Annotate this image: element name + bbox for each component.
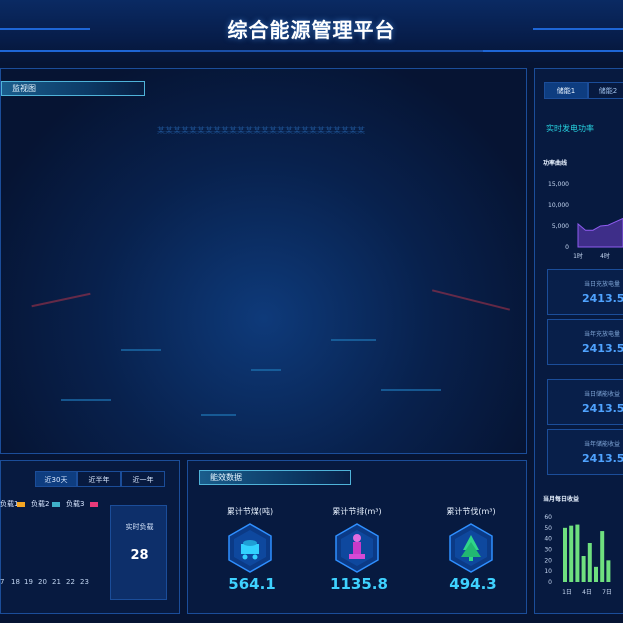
power-x-tick: 4时 [600,252,610,260]
stat-value: 2413.5 A [582,402,623,415]
stat-label: 当日充放电量 [584,281,621,288]
light-streak [61,399,111,401]
realtime-load-label: 实时负载 [125,523,154,531]
efficiency-panel-tag: 能效数据 [199,470,351,485]
legend-load-2-label: 负载2 [31,500,50,508]
monitor-panel: 监视图 某某某某某某某某某某某某某某某某某某某某某某某某某某 [0,68,527,454]
stat-card-daily-income: 当日储能收益 2413.5 A [547,379,623,425]
stat-value: 2413.5 A [582,292,623,305]
monthly-income-title: 当月每日收益 [543,496,580,503]
income-y-tick: 50 [544,525,552,532]
power-x-tick: 1时 [573,252,583,260]
income-y-tick: 20 [544,557,552,564]
light-streak [201,414,236,416]
saved-emission-label: 累计节排(m³) [332,507,382,516]
power-y-tick: 5,000 [552,223,569,230]
tree-icon [449,523,493,573]
legend-load-1-label: 负载1 [0,500,19,508]
stat-label: 当日储能收益 [584,391,621,398]
light-streak [31,292,91,308]
income-y-tick: 30 [544,547,552,554]
saved-coal-value: 564.1 [228,575,276,593]
monthly-income-chart: 60 50 40 30 20 10 0 1日 4日 7日 [544,514,612,596]
light-streak [331,339,376,341]
income-y-tick: 60 [544,514,552,521]
income-bar [587,543,592,582]
stat-card-yearly-charge: 当年充放电量 2413.5 A [547,319,623,365]
stat-card-daily-charge: 当日充放电量 2413.5 A [547,269,623,315]
income-bar [600,531,605,582]
load-x-tick: 7 [0,578,5,586]
legend-load-3-swatch [90,502,98,507]
stat-value: 2413.5 A [582,452,623,465]
power-y-tick: 15,000 [548,181,569,188]
income-x-tick: 1日 [562,589,572,596]
income-y-tick: 0 [548,579,552,586]
load-x-tick: 22 [66,578,75,586]
load-x-tick: 20 [38,578,47,586]
page-title: 综合能源管理平台 [227,18,396,42]
income-bar [575,524,580,582]
light-streak [381,389,441,391]
range-30-days-button[interactable]: 近30天 [35,471,77,487]
monitor-subtitle: 某某某某某某某某某某某某某某某某某某某某某某某某某某 [157,126,365,135]
legend-load-3-label: 负载3 [66,500,85,508]
income-y-tick: 10 [544,568,552,575]
stat-label: 当年储能收益 [584,441,621,448]
header-deco-center [140,50,483,52]
factory-emission-icon [335,523,379,573]
legend-load-2-swatch [52,502,60,507]
stat-value: 2413.5 A [582,342,623,355]
header-deco-right-lower [483,50,623,52]
income-y-tick: 40 [544,536,552,543]
power-y-tick: 0 [565,244,569,251]
income-bar [581,556,586,582]
light-streak [251,369,281,371]
realtime-power-label: 实时发电功率 [546,124,594,133]
load-x-tick: 23 [80,578,89,586]
stat-card-yearly-income: 当年储能收益 2413.5 A [547,429,623,475]
income-bar [606,560,611,582]
light-streak [121,349,161,351]
tab-storage-2[interactable]: 储能2 [588,82,623,99]
load-x-tick: 18 [11,578,20,586]
power-y-tick: 10,000 [548,202,569,209]
saved-coal-label: 累计节煤(吨) [226,507,274,516]
load-x-tick: 21 [52,578,61,586]
legend-load-1-swatch [17,502,25,507]
power-curve-title: 功率曲线 [543,160,568,167]
monitor-panel-tag: 监视图 [1,81,145,96]
realtime-load-value: 28 [130,548,149,563]
stat-label: 当年充放电量 [584,331,621,338]
income-x-tick: 7日 [602,589,612,596]
saved-timber-label: 累计节伐(m³) [446,507,496,516]
income-bar [569,525,574,582]
saved-emission-value: 1135.8 [330,575,388,593]
light-streak [431,289,511,311]
load-x-tick: 19 [24,578,33,586]
power-curve-area [577,217,623,248]
income-x-tick: 4日 [582,589,592,596]
range-one-year-button[interactable]: 近一年 [121,471,165,487]
coal-cart-icon [228,523,272,573]
power-curve-chart: 15,000 10,000 5,000 0 1时 4时 [548,181,623,260]
tab-storage-1[interactable]: 储能1 [544,82,588,99]
income-bar [594,566,598,582]
saved-timber-value: 494.3 [449,575,497,593]
header-deco-left-lower [0,50,140,52]
header-bar: 综合能源管理平台 [0,0,623,64]
income-bar [563,527,567,582]
range-half-year-button[interactable]: 近半年 [77,471,121,487]
realtime-load-card: 实时负载 28 [110,505,167,600]
